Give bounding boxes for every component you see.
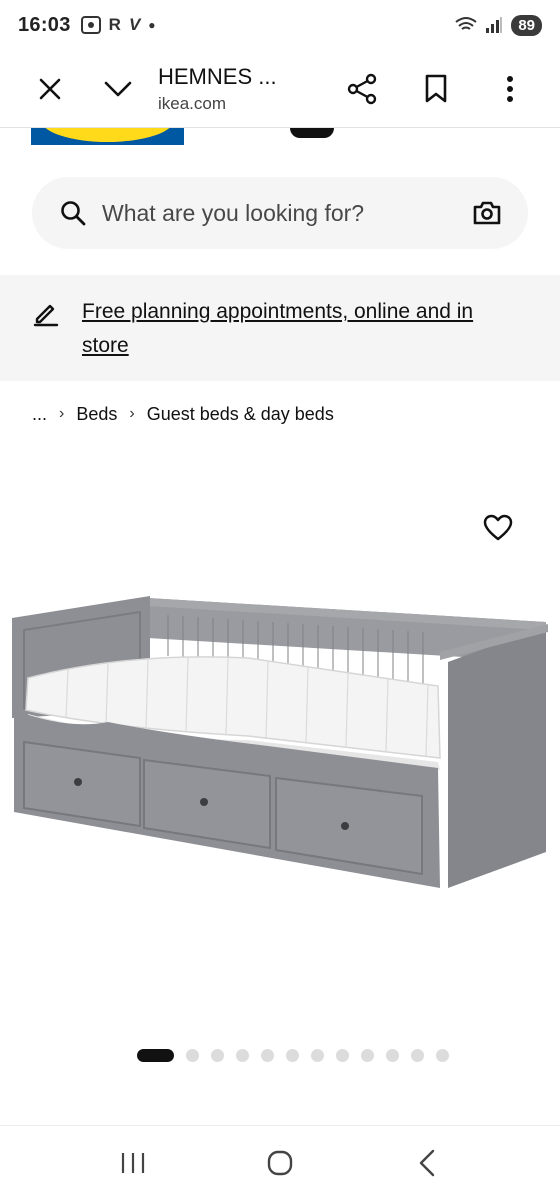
carousel-dot[interactable] bbox=[411, 1049, 424, 1062]
status-right: 89 bbox=[455, 14, 542, 36]
carousel-dot[interactable] bbox=[186, 1049, 199, 1062]
carousel-dot[interactable] bbox=[137, 1049, 174, 1062]
recent-apps-icon bbox=[122, 1153, 145, 1173]
back-button[interactable] bbox=[397, 1133, 457, 1193]
notification-icons: R V ● bbox=[80, 15, 156, 35]
carousel-dot[interactable] bbox=[311, 1049, 324, 1062]
home-button[interactable] bbox=[250, 1133, 310, 1193]
more-vert-icon bbox=[507, 75, 513, 102]
carousel-dot[interactable] bbox=[386, 1049, 399, 1062]
more-options-button[interactable] bbox=[482, 61, 538, 117]
breadcrumb-item-guest-beds[interactable]: Guest beds & day beds bbox=[147, 404, 334, 425]
breadcrumb: ... › Beds › Guest beds & day beds bbox=[32, 402, 334, 426]
carousel-dot[interactable] bbox=[261, 1049, 274, 1062]
v-icon: V bbox=[128, 15, 141, 34]
status-bar: 16:03 R V ● 89 bbox=[0, 0, 560, 50]
ikea-logo[interactable] bbox=[31, 128, 184, 145]
minimize-button[interactable] bbox=[90, 61, 146, 117]
pencil-icon bbox=[33, 304, 59, 327]
page-title: HEMNES ... bbox=[158, 63, 277, 89]
header-icon-partial[interactable] bbox=[290, 128, 334, 138]
search-bar[interactable]: What are you looking for? bbox=[32, 177, 528, 249]
browser-toolbar: HEMNES ... ikea.com bbox=[0, 50, 560, 128]
carousel-indicator[interactable] bbox=[137, 1049, 449, 1062]
chevron-right-icon: › bbox=[59, 405, 65, 422]
carousel-dot[interactable] bbox=[211, 1049, 224, 1062]
favourite-button[interactable] bbox=[478, 508, 518, 548]
planning-promo-banner[interactable]: Free planning appointments, online and i… bbox=[0, 275, 560, 381]
back-icon bbox=[419, 1149, 434, 1177]
carousel-dot[interactable] bbox=[236, 1049, 249, 1062]
system-nav-bar bbox=[0, 1125, 560, 1200]
carousel-dot[interactable] bbox=[336, 1049, 349, 1062]
status-time: 16:03 bbox=[18, 13, 71, 36]
page-url: ikea.com bbox=[158, 93, 227, 113]
r-icon: R bbox=[108, 15, 121, 34]
carousel-dot[interactable] bbox=[286, 1049, 299, 1062]
heart-icon bbox=[483, 514, 513, 541]
search-icon bbox=[61, 201, 86, 226]
recent-apps-button[interactable] bbox=[103, 1133, 163, 1193]
close-button[interactable] bbox=[22, 61, 78, 117]
chevron-down-icon bbox=[104, 81, 132, 96]
dot-icon: ● bbox=[148, 18, 156, 32]
share-icon bbox=[347, 73, 377, 104]
wifi-icon bbox=[455, 17, 477, 30]
carousel-dot[interactable] bbox=[361, 1049, 374, 1062]
bookmark-button[interactable] bbox=[408, 61, 464, 117]
promo-link[interactable]: Free planning appointments, online and i… bbox=[82, 295, 522, 361]
signal-icon bbox=[486, 17, 503, 33]
close-icon bbox=[39, 78, 61, 99]
search-input[interactable]: What are you looking for? bbox=[102, 200, 472, 227]
ikea-logo-yellow bbox=[41, 128, 174, 142]
product-image-daybed[interactable] bbox=[8, 590, 552, 900]
carousel-dot[interactable] bbox=[436, 1049, 449, 1062]
bookmark-icon bbox=[425, 74, 447, 102]
battery-indicator: 89 bbox=[511, 14, 542, 36]
breadcrumb-ellipsis[interactable]: ... bbox=[32, 404, 47, 425]
home-icon bbox=[267, 1150, 293, 1176]
page-title-block[interactable]: HEMNES ... ikea.com bbox=[146, 64, 334, 114]
breadcrumb-item-beds[interactable]: Beds bbox=[76, 404, 117, 425]
camera-icon[interactable] bbox=[472, 200, 502, 226]
share-button[interactable] bbox=[334, 61, 390, 117]
screenshot-icon bbox=[80, 16, 101, 34]
chevron-right-icon: › bbox=[129, 405, 135, 422]
